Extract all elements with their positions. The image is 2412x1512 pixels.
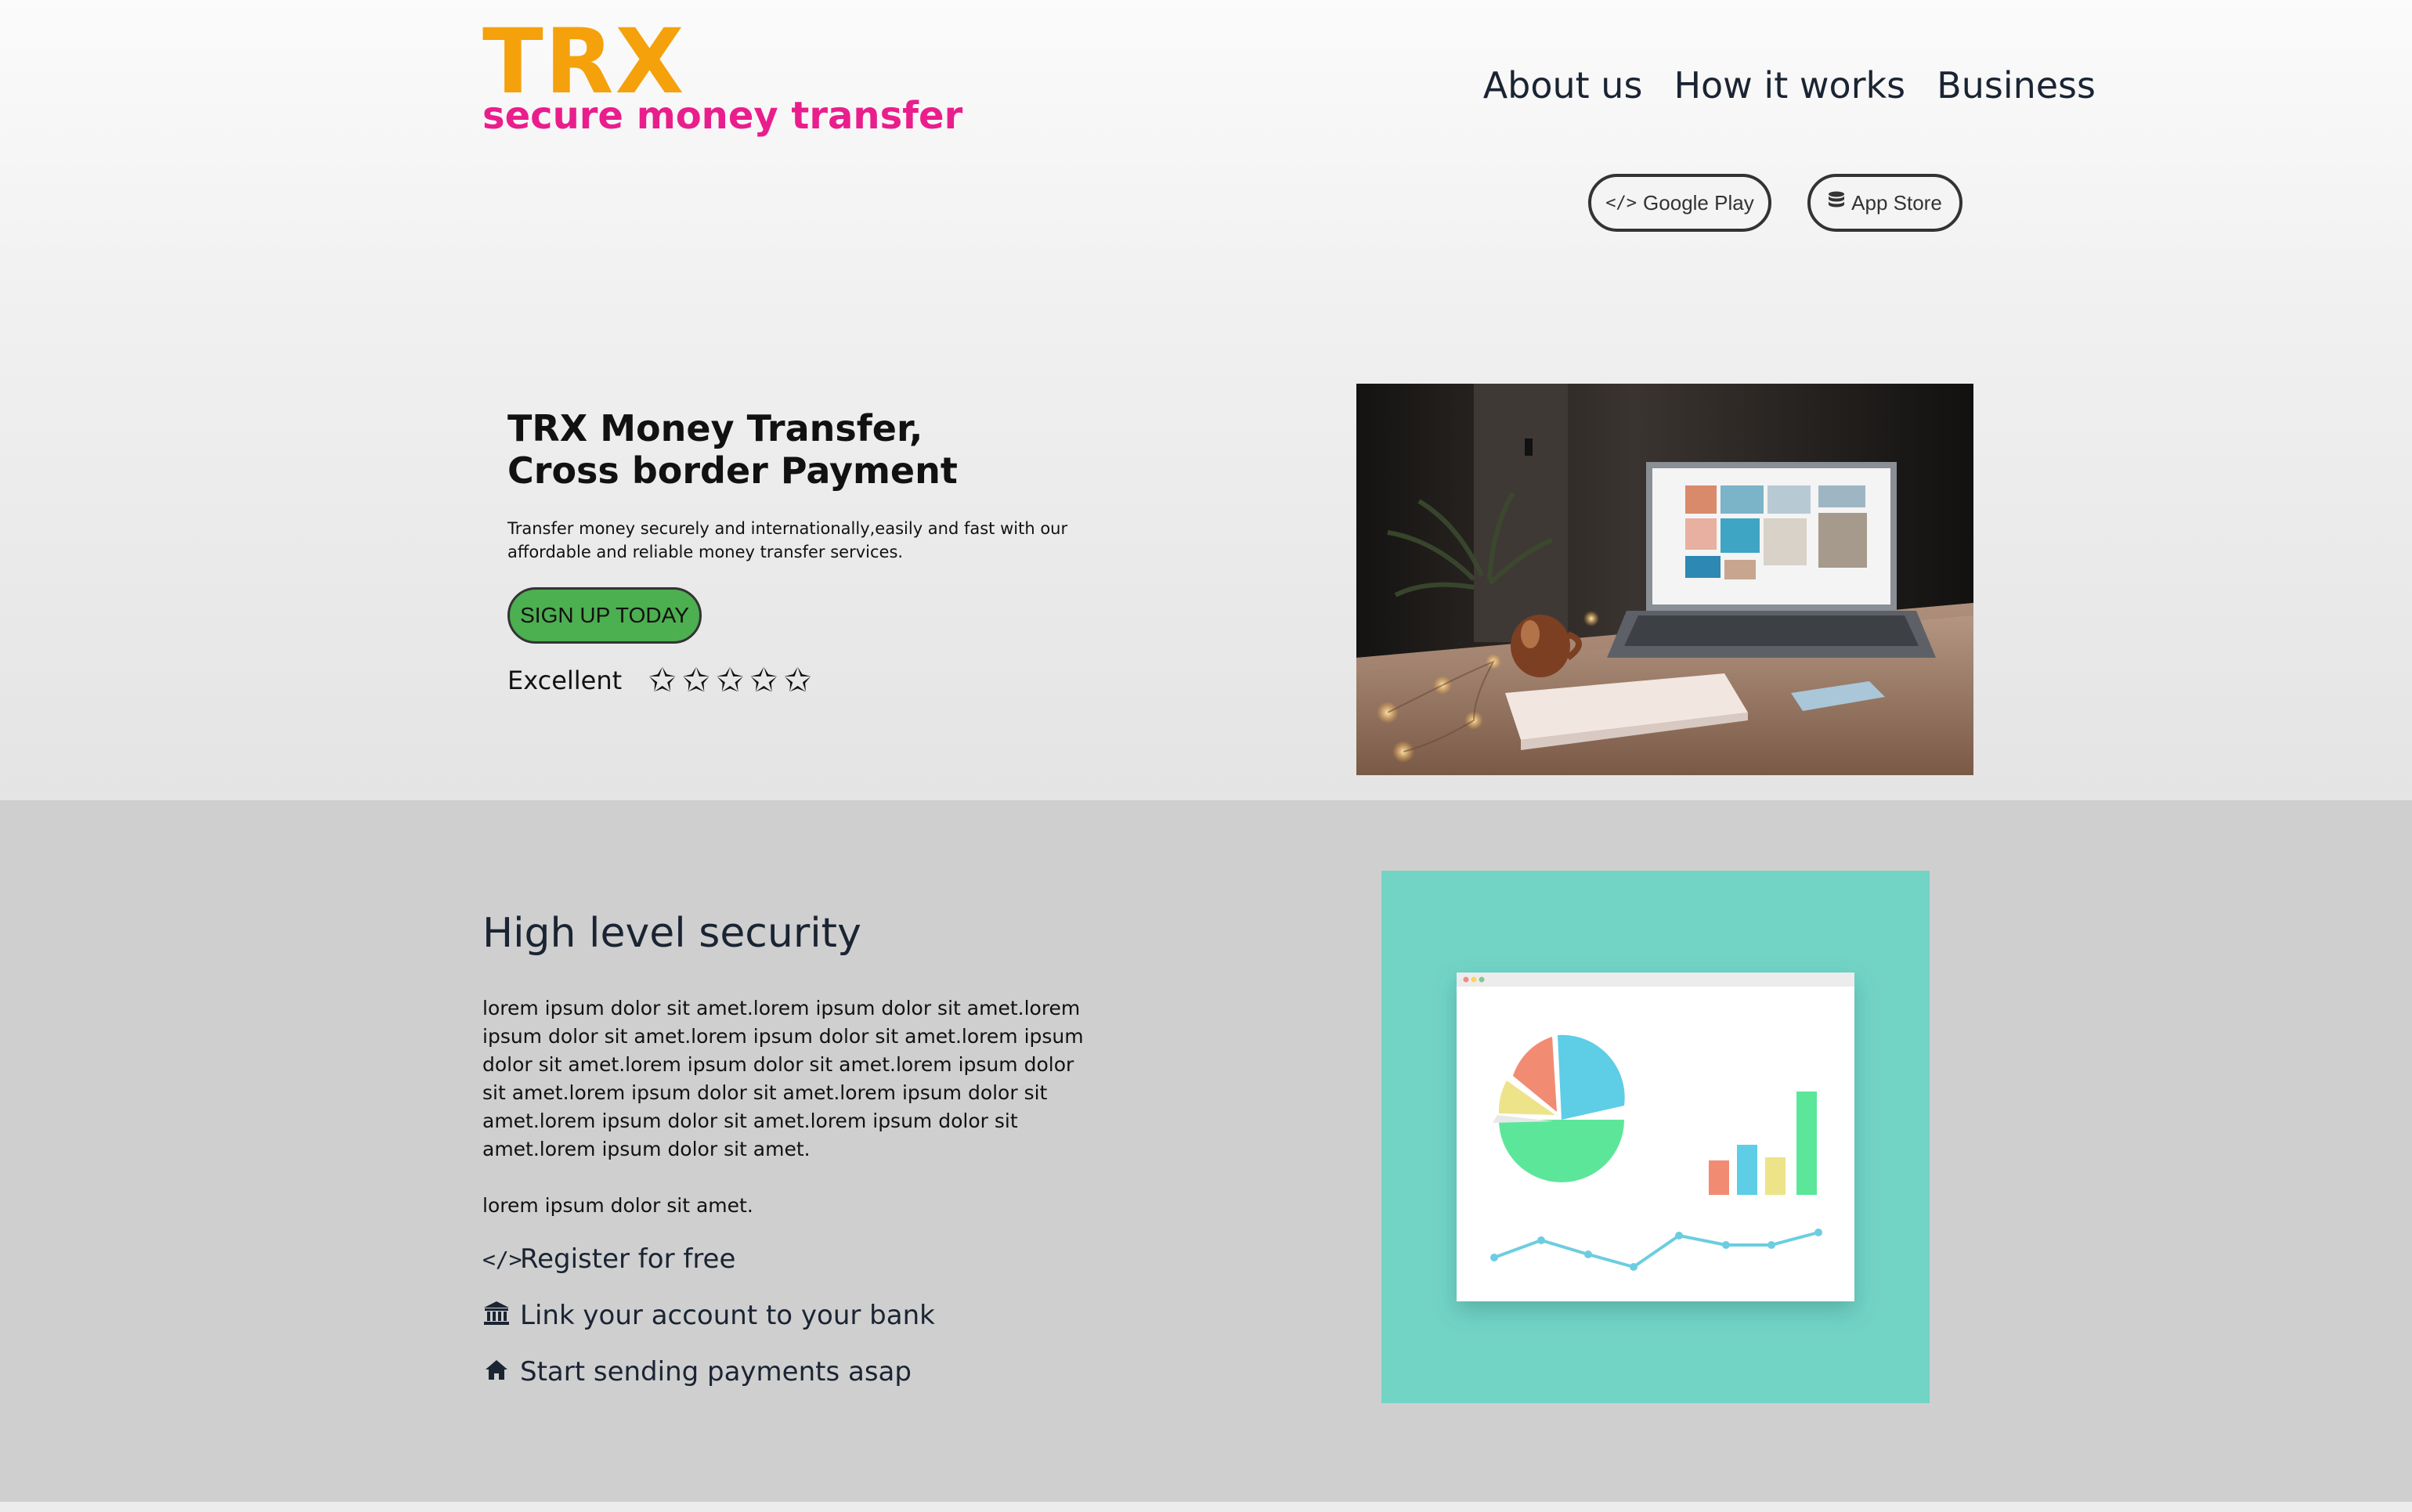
code-icon: </>	[482, 1246, 522, 1272]
code-icon: </>	[1605, 193, 1637, 213]
database-icon	[1828, 191, 1845, 215]
main-nav: About us How it works Business	[1483, 67, 2096, 103]
hero-section	[0, 0, 2412, 800]
step-label: Start sending payments asap	[520, 1356, 912, 1388]
star-icon: ✩	[749, 661, 778, 699]
footer-strip	[0, 1502, 2412, 1512]
rating-stars: ✩ ✩ ✩ ✩ ✩	[648, 664, 811, 697]
step-label: Link your account to your bank	[520, 1300, 935, 1331]
step-link-bank: Link your account to your bank	[482, 1300, 935, 1331]
rating-label: Excellent	[507, 666, 623, 695]
star-icon: ✩	[716, 661, 744, 699]
step-register: </> Register for free	[482, 1243, 735, 1275]
hero-title-line1: TRX Money Transfer,	[507, 407, 923, 449]
hero-title: TRX Money Transfer, Cross border Payment	[507, 407, 1212, 492]
nav-how-it-works[interactable]: How it works	[1674, 67, 1905, 103]
star-icon: ✩	[648, 661, 677, 699]
logo-title[interactable]: TRX	[482, 17, 685, 106]
step-send-payments: Start sending payments asap	[482, 1356, 912, 1388]
bank-icon	[482, 1301, 511, 1331]
analytics-illustration	[1381, 871, 1930, 1403]
features-section	[0, 800, 2412, 1502]
star-icon: ✩	[682, 661, 710, 699]
features-paragraph-short: lorem ipsum dolor sit amet.	[482, 1194, 753, 1217]
hero-title-line2: Cross border Payment	[507, 449, 958, 492]
google-play-button[interactable]: </> Google Play	[1588, 174, 1771, 232]
app-store-button[interactable]: App Store	[1807, 174, 1962, 232]
app-store-label: App Store	[1851, 190, 1942, 215]
features-paragraph: lorem ipsum dolor sit amet.lorem ipsum d…	[482, 997, 1084, 1160]
google-play-label: Google Play	[1643, 190, 1754, 215]
home-icon	[482, 1359, 511, 1386]
logo-tagline: secure money transfer	[482, 94, 963, 138]
rating: Excellent ✩ ✩ ✩ ✩ ✩	[507, 664, 811, 697]
step-label: Register for free	[520, 1243, 736, 1275]
sign-up-button[interactable]: SIGN UP TODAY	[507, 587, 702, 644]
features-title: High level security	[482, 910, 861, 957]
star-icon: ✩	[783, 661, 812, 699]
nav-business[interactable]: Business	[1937, 67, 2096, 103]
hero-description: Transfer money securely and internationa…	[507, 519, 1068, 561]
hero-laptop-photo	[1356, 384, 1973, 775]
nav-about-us[interactable]: About us	[1483, 67, 1643, 103]
